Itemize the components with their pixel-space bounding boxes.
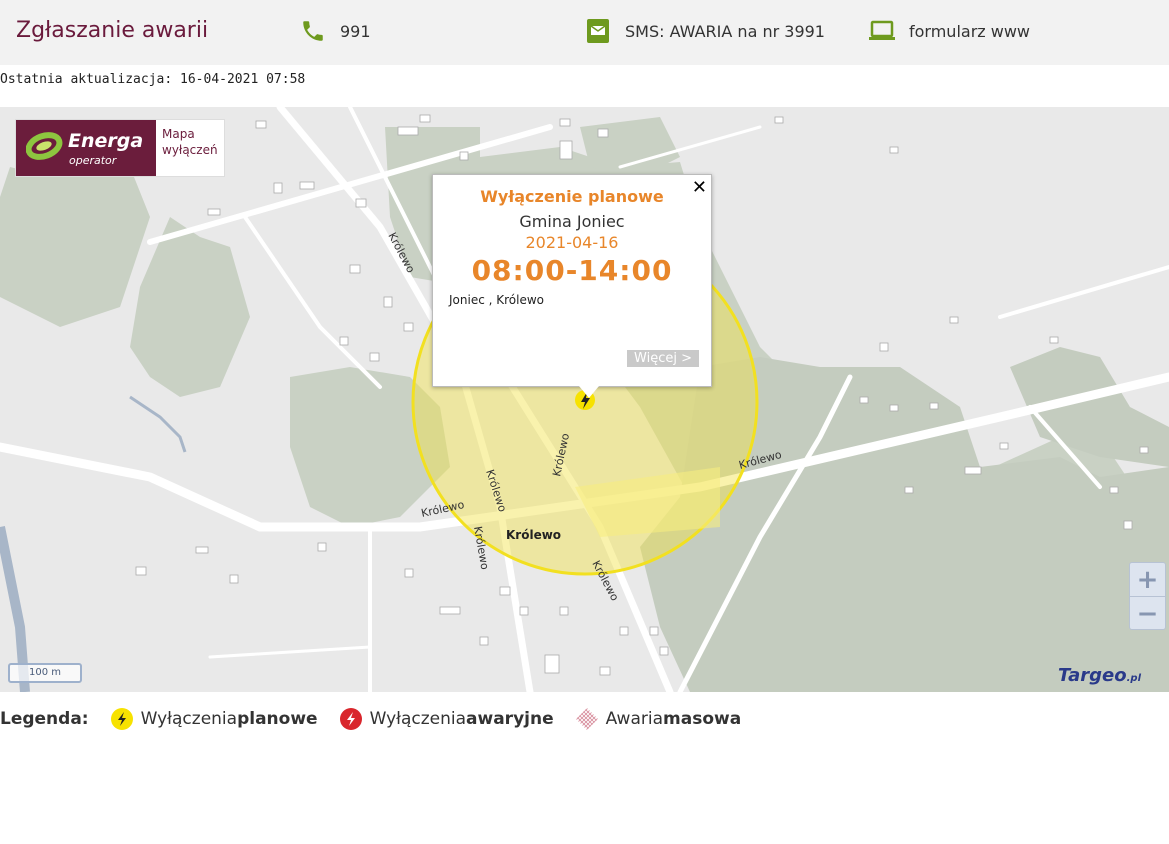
yellow-lightning-icon	[110, 708, 133, 730]
targeo-logo[interactable]: Targeo.pl	[1058, 665, 1141, 686]
energa-swirl-icon	[26, 132, 63, 160]
sms-icon	[585, 18, 611, 44]
energa-logo: Energa operator Mapa wyłączeń	[15, 119, 225, 177]
header-bar: Zgłaszanie awarii 991 SMS: AWARIA na nr …	[0, 0, 1169, 65]
scale-bar: 100 m	[8, 663, 82, 683]
zoom-in-button[interactable]: +	[1130, 563, 1165, 597]
hatched-area-icon	[575, 708, 598, 730]
place-label: Królewo	[506, 528, 561, 542]
zoom-control: + −	[1129, 562, 1166, 630]
www-form-link[interactable]: formularz www	[869, 18, 1030, 44]
laptop-icon	[869, 18, 895, 44]
zoom-out-button[interactable]: −	[1130, 597, 1165, 631]
brand-sub: operator	[69, 154, 117, 167]
more-button[interactable]: Więcej >	[627, 350, 699, 367]
popup-date: 2021-04-16	[525, 233, 619, 252]
last-update: Ostatnia aktualizacja: 16-04-2021 07:58	[0, 72, 306, 87]
popup-locations: Joniec , Królewo	[449, 293, 544, 307]
close-icon[interactable]: ✕	[692, 177, 707, 198]
sms-contact[interactable]: SMS: AWARIA na nr 3991	[585, 18, 825, 44]
sms-text: SMS: AWARIA na nr 3991	[625, 21, 825, 41]
legend: Legenda: Wyłączenia planowe Wyłączenia a…	[0, 708, 763, 730]
map-label: Mapa wyłączeń	[162, 127, 218, 157]
energa-brand: Energa operator	[16, 120, 156, 176]
outage-popup: ✕ Wyłączenie planowe Gmina Joniec 2021-0…	[432, 174, 712, 398]
popup-gmina: Gmina Joniec	[519, 212, 625, 231]
brand-name: Energa	[68, 130, 144, 152]
outage-map[interactable]: Królewo Królewo Królewo Królewo Królewo …	[0, 107, 1169, 692]
legend-item-emergency: Wyłączenia awaryjne	[339, 708, 554, 730]
www-text: formularz www	[909, 21, 1031, 41]
legend-label: Legenda:	[0, 709, 89, 729]
popup-pointer	[579, 386, 599, 398]
red-lightning-icon	[339, 708, 362, 730]
popup-title: Wyłączenie planowe	[480, 187, 664, 206]
phone-icon	[300, 18, 326, 44]
phone-number: 991	[340, 21, 371, 41]
phone-contact[interactable]: 991	[300, 18, 371, 44]
popup-time: 08:00-14:00	[471, 254, 673, 287]
legend-item-mass: Awaria masowa	[575, 708, 741, 730]
legend-item-planned: Wyłączenia planowe	[110, 708, 318, 730]
page-title: Zgłaszanie awarii	[16, 18, 209, 43]
